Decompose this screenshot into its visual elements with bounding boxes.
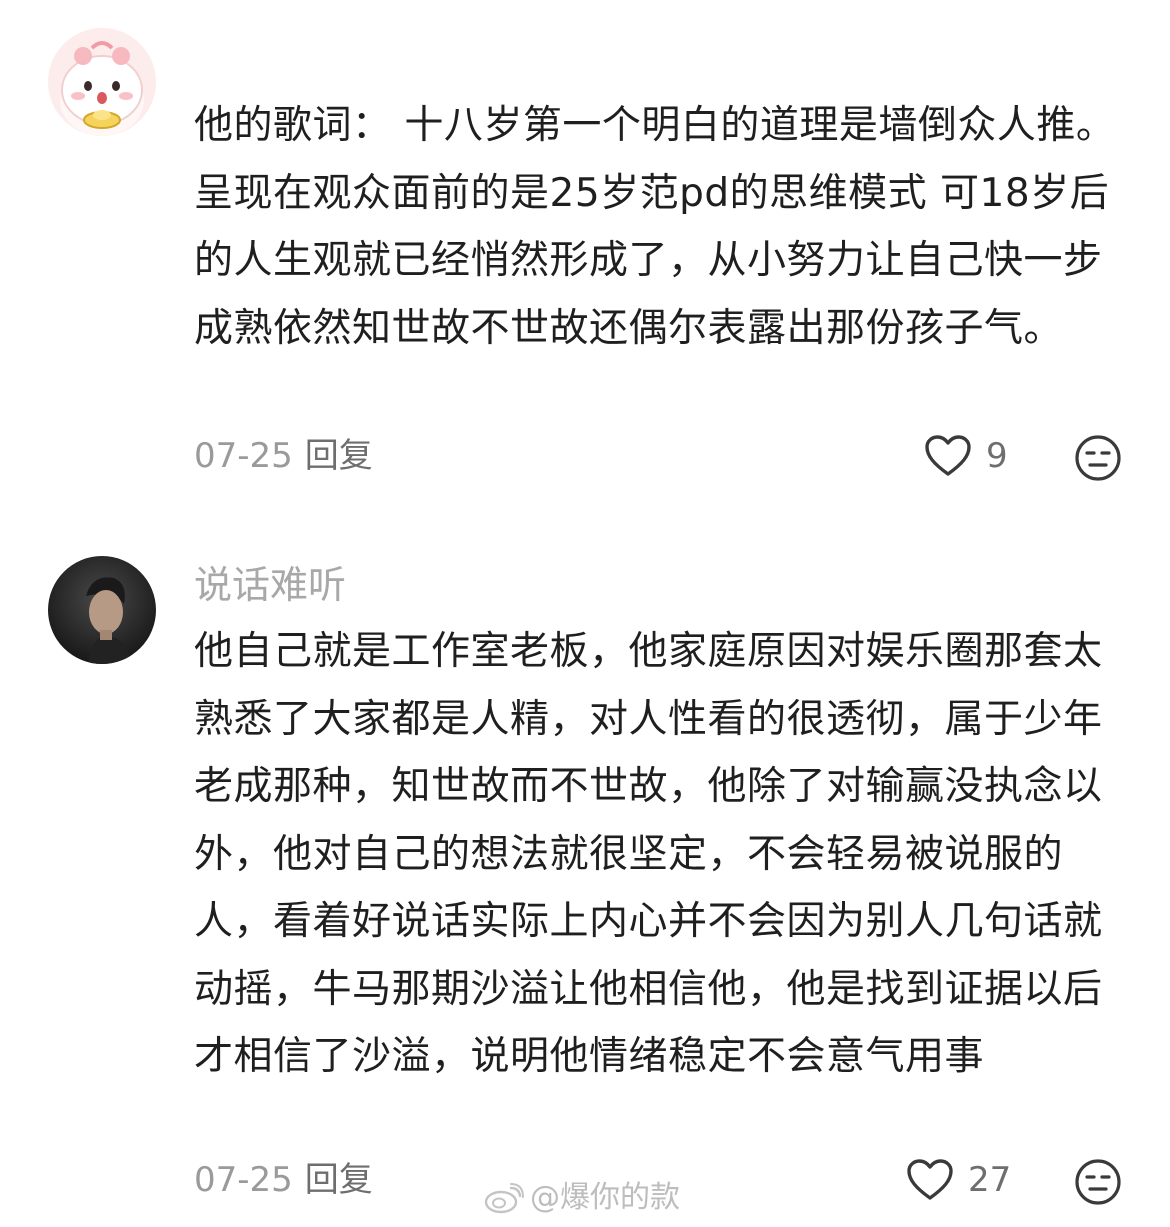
pink-cartoon-avatar-icon [48,28,156,136]
reply-button[interactable]: 回复 [305,436,373,476]
emoji-reaction-button[interactable] [1074,1158,1122,1206]
heart-outline-icon [907,1159,953,1200]
heart-outline-icon [925,435,971,476]
watermark: @爆你的款 [484,1178,680,1218]
username[interactable]: 说话难听 [194,560,346,610]
like-count: 27 [968,1160,1012,1200]
avatar[interactable] [48,556,156,664]
neutral-face-icon [1075,1159,1121,1205]
watermark-text: @爆你的款 [530,1180,680,1215]
like-button[interactable]: 9 [924,434,1008,478]
comment-text: 他的歌词： 十八岁第一个明白的道理是墙倒众人推。呈现在观众面前的是25岁范pd的… [194,103,1116,351]
dark-photo-avatar-icon [48,556,156,664]
avatar[interactable] [48,28,156,136]
like-button[interactable]: 27 [906,1158,1011,1202]
comment-meta: 07-25 回复 [194,1158,373,1202]
comment-date: 07-25 [194,1160,293,1200]
weibo-logo-icon [484,1183,524,1214]
comment-meta: 07-25 回复 [194,434,373,478]
comment-item: 他的歌词： 十八岁第一个明白的道理是墙倒众人推。呈现在观众面前的是25岁范pd的… [0,0,1170,520]
comment-item: 说话难听 他自己就是工作室老板，他家庭原因对娱乐圈那套太熟悉了大家都是人精，对人… [0,540,1170,1227]
comment-text: 他自己就是工作室老板，他家庭原因对娱乐圈那套太熟悉了大家都是人精，对人性看的很透… [194,629,1103,1079]
reply-button[interactable]: 回复 [305,1160,373,1200]
comment-date: 07-25 [194,436,293,476]
like-count: 9 [986,436,1008,476]
emoji-reaction-button[interactable] [1074,434,1122,482]
neutral-face-icon [1075,435,1121,481]
